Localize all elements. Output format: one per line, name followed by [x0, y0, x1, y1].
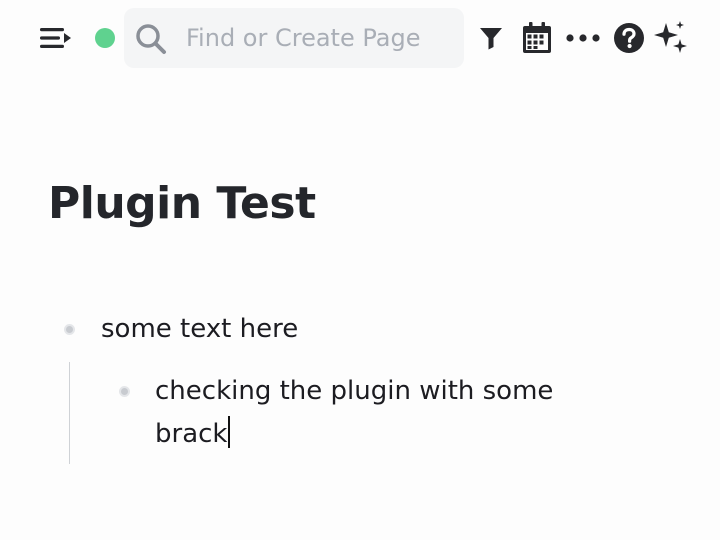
search-icon: [136, 24, 166, 54]
help-button[interactable]: [612, 18, 646, 58]
sparkles-icon: [654, 21, 687, 53]
search-bar[interactable]: [124, 8, 464, 68]
ai-assistant-button[interactable]: [652, 18, 690, 58]
block-editor[interactable]: checking the plugin with some brack: [155, 370, 625, 456]
block-content[interactable]: some text here: [101, 308, 298, 351]
menu-toggle-icon: [40, 28, 71, 48]
app-window: Plugin Test some text here checking the …: [0, 0, 720, 540]
calendar-icon: [523, 22, 551, 53]
search-input[interactable]: [186, 18, 458, 58]
sync-status-indicator: [95, 28, 115, 48]
outline-block-child[interactable]: checking the plugin with some brack: [0, 370, 720, 460]
block-bullet[interactable]: [64, 324, 75, 335]
block-editor-text: checking the plugin with some brack: [155, 376, 554, 449]
text-cursor: [228, 416, 231, 448]
journals-button[interactable]: [520, 18, 554, 58]
outline-block[interactable]: some text here: [0, 308, 720, 352]
help-icon: [614, 23, 644, 53]
filter-button[interactable]: [476, 18, 506, 58]
top-toolbar: [0, 0, 720, 76]
block-bullet[interactable]: [119, 386, 130, 397]
more-options-button[interactable]: [564, 18, 602, 58]
filter-icon: [480, 28, 502, 50]
sidebar-toggle-button[interactable]: [38, 26, 74, 50]
page-title[interactable]: Plugin Test: [48, 178, 316, 229]
more-icon: [566, 34, 600, 42]
